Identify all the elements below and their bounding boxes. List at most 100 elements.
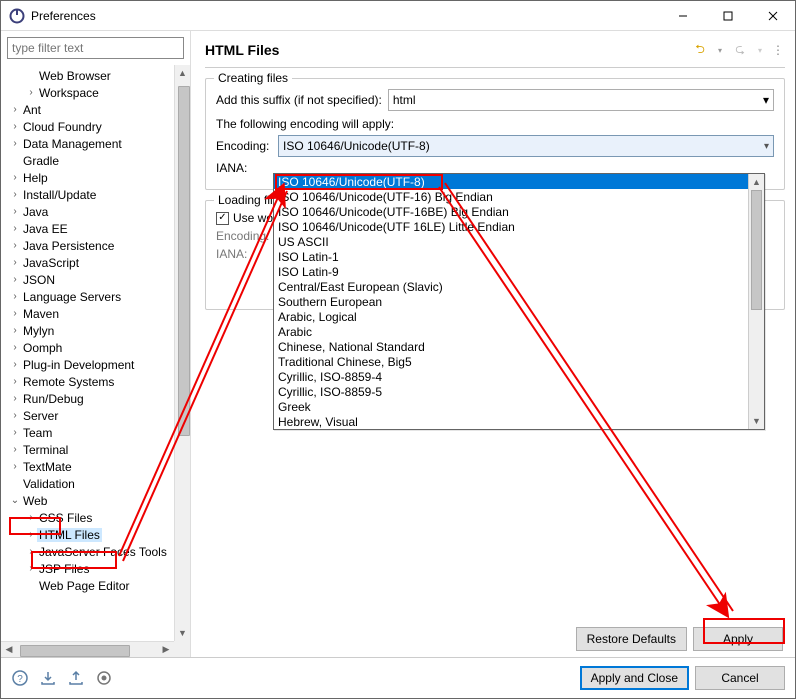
- maximize-button[interactable]: [705, 1, 750, 30]
- encoding-option[interactable]: Arabic: [274, 324, 748, 339]
- tree-item-workspace[interactable]: ›Workspace: [3, 84, 174, 101]
- tree-item-server[interactable]: ›Server: [3, 407, 174, 424]
- encoding-option[interactable]: Chinese, National Standard: [274, 339, 748, 354]
- encoding-option[interactable]: US ASCII: [274, 234, 748, 249]
- twisty-closed-icon[interactable]: ›: [25, 87, 37, 98]
- scroll-up-icon[interactable]: ▲: [749, 174, 764, 190]
- twisty-closed-icon[interactable]: ›: [9, 359, 21, 370]
- twisty-closed-icon[interactable]: ›: [9, 223, 21, 234]
- dropdown-scrollbar[interactable]: ▲ ▼: [748, 174, 764, 429]
- tree-item-remote-systems[interactable]: ›Remote Systems: [3, 373, 174, 390]
- encoding-select[interactable]: ISO 10646/Unicode(UTF-8) ▾: [278, 135, 774, 157]
- oomph-icon[interactable]: [95, 669, 113, 687]
- twisty-closed-icon[interactable]: ›: [25, 546, 37, 557]
- encoding-option[interactable]: ISO Latin-1: [274, 249, 748, 264]
- import-icon[interactable]: [39, 669, 57, 687]
- twisty-closed-icon[interactable]: ›: [9, 308, 21, 319]
- back-menu-icon[interactable]: ▾: [711, 41, 729, 59]
- tree-item-web[interactable]: ⌄Web: [3, 492, 174, 509]
- filter-input[interactable]: [7, 37, 184, 59]
- tree-item-oomph[interactable]: ›Oomph: [3, 339, 174, 356]
- encoding-option[interactable]: Cyrillic, ISO-8859-5: [274, 384, 748, 399]
- twisty-closed-icon[interactable]: ›: [9, 240, 21, 251]
- twisty-open-icon[interactable]: ⌄: [9, 495, 21, 506]
- scroll-up-icon[interactable]: ▲: [175, 65, 190, 81]
- encoding-option[interactable]: ISO 10646/Unicode(UTF-16) Big Endian: [274, 189, 748, 204]
- scroll-right-icon[interactable]: ▶: [158, 642, 174, 657]
- tree-item-install-update[interactable]: ›Install/Update: [3, 186, 174, 203]
- tree-item-java[interactable]: ›Java: [3, 203, 174, 220]
- tree-item-javaserver-faces-tools[interactable]: ›JavaServer Faces Tools: [3, 543, 174, 560]
- twisty-closed-icon[interactable]: ›: [25, 512, 37, 523]
- tree-item-cloud-foundry[interactable]: ›Cloud Foundry: [3, 118, 174, 135]
- twisty-closed-icon[interactable]: ›: [9, 104, 21, 115]
- twisty-closed-icon[interactable]: ›: [25, 563, 37, 574]
- tree-item-maven[interactable]: ›Maven: [3, 305, 174, 322]
- twisty-closed-icon[interactable]: ›: [9, 410, 21, 421]
- twisty-closed-icon[interactable]: ›: [9, 427, 21, 438]
- tree-vscrollbar[interactable]: ▲ ▼: [174, 65, 190, 641]
- tree-item-ant[interactable]: ›Ant: [3, 101, 174, 118]
- encoding-option[interactable]: ISO Latin-9: [274, 264, 748, 279]
- twisty-closed-icon[interactable]: ›: [9, 291, 21, 302]
- encoding-option[interactable]: Southern European: [274, 294, 748, 309]
- tree-item-textmate[interactable]: ›TextMate: [3, 458, 174, 475]
- twisty-closed-icon[interactable]: ›: [9, 189, 21, 200]
- twisty-closed-icon[interactable]: ›: [9, 342, 21, 353]
- tree-item-gradle[interactable]: Gradle: [3, 152, 174, 169]
- suffix-select[interactable]: html ▾: [388, 89, 774, 111]
- encoding-option[interactable]: Arabic, Logical: [274, 309, 748, 324]
- apply-button[interactable]: Apply: [693, 627, 783, 651]
- tree-item-team[interactable]: ›Team: [3, 424, 174, 441]
- twisty-closed-icon[interactable]: ›: [9, 461, 21, 472]
- tree-item-mylyn[interactable]: ›Mylyn: [3, 322, 174, 339]
- export-icon[interactable]: [67, 669, 85, 687]
- tree-item-web-browser[interactable]: Web Browser: [3, 67, 174, 84]
- tree-item-jsp-files[interactable]: ›JSP Files: [3, 560, 174, 577]
- close-button[interactable]: [750, 1, 795, 30]
- scroll-left-icon[interactable]: ◀: [1, 642, 17, 657]
- restore-defaults-button[interactable]: Restore Defaults: [576, 627, 687, 651]
- encoding-option[interactable]: Greek: [274, 399, 748, 414]
- preferences-tree[interactable]: Web Browser›Workspace›Ant›Cloud Foundry›…: [1, 65, 174, 641]
- tree-item-java-ee[interactable]: ›Java EE: [3, 220, 174, 237]
- tree-item-help[interactable]: ›Help: [3, 169, 174, 186]
- view-menu-icon[interactable]: ⋮: [771, 41, 785, 59]
- twisty-closed-icon[interactable]: ›: [9, 121, 21, 132]
- back-icon[interactable]: ⮌: [691, 41, 709, 59]
- encoding-option[interactable]: Cyrillic, ISO-8859-4: [274, 369, 748, 384]
- tree-item-web-page-editor[interactable]: Web Page Editor: [3, 577, 174, 594]
- twisty-closed-icon[interactable]: ›: [9, 393, 21, 404]
- twisty-closed-icon[interactable]: ›: [9, 444, 21, 455]
- encoding-option[interactable]: Hebrew, Visual: [274, 414, 748, 429]
- help-icon[interactable]: ?: [11, 669, 29, 687]
- scroll-down-icon[interactable]: ▼: [749, 413, 764, 429]
- encoding-dropdown-list[interactable]: ISO 10646/Unicode(UTF-8)ISO 10646/Unicod…: [273, 173, 765, 430]
- tree-item-language-servers[interactable]: ›Language Servers: [3, 288, 174, 305]
- twisty-closed-icon[interactable]: ›: [9, 274, 21, 285]
- encoding-option[interactable]: ISO 10646/Unicode(UTF-8): [274, 174, 748, 189]
- tree-item-data-management[interactable]: ›Data Management: [3, 135, 174, 152]
- scroll-down-icon[interactable]: ▼: [175, 625, 190, 641]
- twisty-closed-icon[interactable]: ›: [9, 206, 21, 217]
- tree-item-terminal[interactable]: ›Terminal: [3, 441, 174, 458]
- tree-item-java-persistence[interactable]: ›Java Persistence: [3, 237, 174, 254]
- encoding-option[interactable]: Traditional Chinese, Big5: [274, 354, 748, 369]
- twisty-closed-icon[interactable]: ›: [9, 376, 21, 387]
- tree-item-plug-in-development[interactable]: ›Plug-in Development: [3, 356, 174, 373]
- tree-item-javascript[interactable]: ›JavaScript: [3, 254, 174, 271]
- twisty-closed-icon[interactable]: ›: [9, 172, 21, 183]
- twisty-closed-icon[interactable]: ›: [9, 138, 21, 149]
- minimize-button[interactable]: [660, 1, 705, 30]
- tree-item-json[interactable]: ›JSON: [3, 271, 174, 288]
- tree-item-css-files[interactable]: ›CSS Files: [3, 509, 174, 526]
- encoding-option[interactable]: Central/East European (Slavic): [274, 279, 748, 294]
- apply-and-close-button[interactable]: Apply and Close: [580, 666, 689, 690]
- encoding-option[interactable]: ISO 10646/Unicode(UTF 16LE) Little Endia…: [274, 219, 748, 234]
- cancel-button[interactable]: Cancel: [695, 666, 785, 690]
- twisty-closed-icon[interactable]: ›: [9, 325, 21, 336]
- encoding-option[interactable]: ISO 10646/Unicode(UTF-16BE) Big Endian: [274, 204, 748, 219]
- tree-item-validation[interactable]: Validation: [3, 475, 174, 492]
- tree-item-run-debug[interactable]: ›Run/Debug: [3, 390, 174, 407]
- twisty-closed-icon[interactable]: ›: [9, 257, 21, 268]
